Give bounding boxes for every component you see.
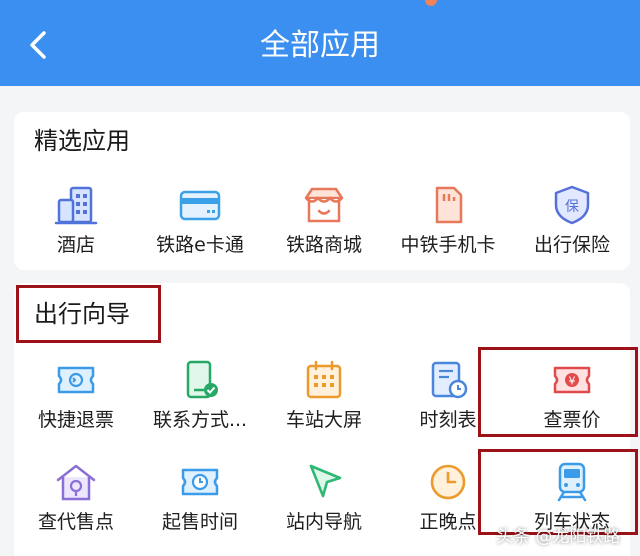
card-icon xyxy=(179,190,221,221)
app-sale-start-time[interactable]: 起售时间 xyxy=(138,461,262,535)
app-railway-ecard[interactable]: 铁路e卡通 xyxy=(138,184,262,258)
app-ticket-agency[interactable]: 查代售点 xyxy=(14,461,138,535)
app-label: 铁路e卡通 xyxy=(156,234,244,256)
app-station-navigation[interactable]: 站内导航 xyxy=(262,461,386,535)
phone-check-icon xyxy=(186,360,218,399)
watermark-text: 头条 @龙阳铁路 xyxy=(496,527,621,547)
clock-icon xyxy=(430,464,466,500)
building-icon xyxy=(54,186,98,225)
app-label: 时刻表 xyxy=(419,409,477,431)
app-sim-card[interactable]: 中铁手机卡 xyxy=(386,184,510,258)
svg-text:¥: ¥ xyxy=(569,375,576,388)
svg-text:保: 保 xyxy=(565,199,579,215)
navigation-arrow-icon xyxy=(309,464,342,498)
app-label: 车站大屏 xyxy=(285,409,362,431)
app-contact-info[interactable]: 联系方式... xyxy=(138,359,262,433)
notification-dot xyxy=(425,0,437,6)
app-railway-mall[interactable]: 铁路商城 xyxy=(262,184,386,258)
app-hotel[interactable]: 酒店 xyxy=(14,184,138,258)
agency-house-icon xyxy=(56,464,96,501)
app-on-time-status[interactable]: 正晚点 xyxy=(386,461,510,535)
app-travel-insurance[interactable]: 保 出行保险 xyxy=(510,184,634,258)
travel-guide-card: 出行向导 快捷退票 联系方式... 车站大屏 时刻表 ¥ 查票价 查代售点 起售… xyxy=(14,283,630,556)
app-label: 联系方式... xyxy=(152,409,248,431)
app-station-screen[interactable]: 车站大屏 xyxy=(262,359,386,433)
shield-insurance-icon: 保 xyxy=(554,185,590,225)
page-title: 全部应用 xyxy=(260,28,380,63)
app-header: 全部应用 xyxy=(0,0,640,86)
app-label: 站内导航 xyxy=(285,511,362,533)
app-label: 正晚点 xyxy=(419,511,477,533)
calendar-screen-icon xyxy=(306,360,342,399)
timetable-icon xyxy=(431,361,468,399)
section-title-featured: 精选应用 xyxy=(34,127,130,155)
app-label: 起售时间 xyxy=(161,511,238,533)
app-label: 中铁手机卡 xyxy=(400,234,496,256)
ticket-price-icon: ¥ xyxy=(553,366,591,394)
train-icon xyxy=(557,462,587,502)
app-label: 出行保险 xyxy=(533,234,610,256)
ticket-refund-icon xyxy=(57,366,95,394)
app-label: 酒店 xyxy=(56,234,95,256)
ticket-clock-icon xyxy=(181,468,219,496)
app-check-fare[interactable]: ¥ 查票价 xyxy=(510,359,634,433)
app-label: 查代售点 xyxy=(37,511,114,533)
featured-apps-card: 精选应用 酒店 铁路e卡通 铁路商城 中铁手机卡 保 出行保险 xyxy=(14,112,630,270)
sim-card-icon xyxy=(435,186,463,224)
shop-icon xyxy=(304,187,344,223)
section-title-travel-guide: 出行向导 xyxy=(34,300,130,328)
app-quick-refund[interactable]: 快捷退票 xyxy=(14,359,138,433)
app-timetable[interactable]: 时刻表 xyxy=(386,359,510,433)
app-label: 查票价 xyxy=(543,409,601,431)
app-label: 铁路商城 xyxy=(285,234,362,256)
app-label: 快捷退票 xyxy=(37,409,114,431)
